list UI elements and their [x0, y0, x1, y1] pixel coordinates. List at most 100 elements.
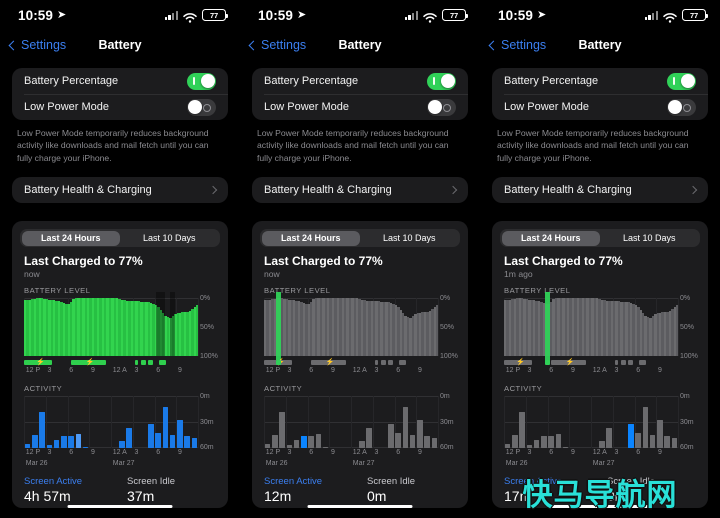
- activity-chart[interactable]: 0m 30m 60m: [504, 393, 694, 451]
- low-power-mode-toggle[interactable]: [427, 98, 456, 116]
- battery-health-row[interactable]: Battery Health & Charging: [492, 177, 708, 204]
- battery-percentage-label: Battery Percentage: [24, 75, 119, 87]
- x-axis-tick: 12 A: [592, 449, 607, 457]
- activity-bar: [562, 446, 569, 449]
- battery-level-chart-title: BATTERY LEVEL: [24, 286, 91, 296]
- tab-last-24-hours[interactable]: Last 24 Hours: [21, 230, 120, 246]
- x-axis-tick: 12 P: [265, 449, 281, 457]
- battery-level-bar: [435, 305, 439, 357]
- back-button[interactable]: Settings: [8, 38, 66, 52]
- status-indicators: 77: [164, 9, 228, 23]
- activity-bar: [155, 432, 161, 449]
- battery-usage-card: Last 24 Hours Last 10 Days Last Charged …: [492, 221, 708, 509]
- activity-bar: [664, 436, 670, 449]
- activity-bar: [68, 436, 74, 449]
- row-battery-percentage[interactable]: Battery Percentage: [252, 68, 468, 94]
- last-charged-subtitle: now: [264, 269, 280, 280]
- activity-x-axis: 12 P 3 6 9 12 A 3 6 9: [264, 449, 438, 459]
- tab-last-10-days[interactable]: Last 10 Days: [360, 231, 459, 246]
- x-axis-tick: 6: [636, 367, 641, 375]
- battery-usage-card: Last 24 Hours Last 10 Days Last Charged …: [252, 221, 468, 509]
- screen-active-column: Screen Active 4h 57m: [24, 476, 113, 504]
- time-range-segmented-control[interactable]: Last 24 Hours Last 10 Days: [260, 229, 460, 248]
- low-power-mode-toggle[interactable]: [187, 98, 216, 116]
- time-range-segmented-control[interactable]: Last 24 Hours Last 10 Days: [20, 229, 220, 248]
- row-battery-percentage[interactable]: Battery Percentage: [12, 68, 228, 94]
- activity-bar: [264, 444, 271, 449]
- phone-screen-1: 10:59 ➤ 77 Settings Battery Battery Perc…: [0, 0, 240, 518]
- x-axis-tick: 6: [396, 449, 401, 457]
- battery-health-label: Battery Health & Charging: [504, 184, 632, 197]
- battery-percent-text: 77: [450, 10, 458, 20]
- row-battery-percentage[interactable]: Battery Percentage: [492, 68, 708, 94]
- screen-active-column: Screen Active 17m: [504, 476, 593, 504]
- tab-last-24-hours[interactable]: Last 24 Hours: [261, 230, 360, 246]
- row-low-power-mode[interactable]: Low Power Mode: [252, 94, 468, 120]
- battery-level-chart[interactable]: 0% 50% 100%: [504, 292, 698, 365]
- back-button[interactable]: Settings: [248, 38, 306, 52]
- battery-level-bars: [504, 298, 679, 357]
- row-low-power-mode[interactable]: Low Power Mode: [12, 94, 228, 120]
- battery-percentage-label: Battery Percentage: [264, 75, 359, 87]
- tab-last-10-days[interactable]: Last 10 Days: [120, 231, 219, 246]
- activity-bar: [82, 446, 89, 449]
- battery-percentage-toggle[interactable]: [667, 72, 696, 90]
- activity-bar: [635, 432, 641, 449]
- activity-bar: [301, 436, 307, 449]
- x-axis-tick: 12 A: [112, 367, 127, 375]
- battery-percentage-toggle[interactable]: [427, 72, 456, 90]
- home-indicator: [67, 505, 173, 508]
- x-axis-tick: 3: [527, 367, 532, 375]
- activity-bar: [642, 406, 649, 449]
- y-axis-tick: 0%: [680, 295, 691, 303]
- charging-segment: [158, 360, 166, 366]
- charging-timeline: ⚡⚡: [504, 359, 678, 366]
- home-indicator: [547, 505, 653, 508]
- charging-bolt-icon: ⚡: [516, 359, 525, 367]
- battery-health-row[interactable]: Battery Health & Charging: [12, 177, 228, 204]
- toggle-knob: [428, 99, 443, 114]
- time-range-segmented-control[interactable]: Last 24 Hours Last 10 Days: [500, 229, 700, 248]
- charging-segment: [628, 360, 633, 366]
- battery-health-row[interactable]: Battery Health & Charging: [252, 177, 468, 204]
- activity-bar: [169, 434, 176, 449]
- y-axis-tick: 60m: [440, 444, 454, 452]
- battery-level-chart[interactable]: 0% 50% 100%: [24, 292, 218, 360]
- y-axis-tick: 60m: [680, 444, 694, 452]
- battery-level-chart[interactable]: 0% 50% 100%: [264, 292, 458, 365]
- x-axis-tick: 12 P: [265, 367, 281, 375]
- activity-chart[interactable]: 0m 30m 60m: [24, 393, 214, 451]
- activity-bar: [504, 444, 511, 449]
- activity-bar: [75, 433, 82, 449]
- navigation-bar: Settings Battery: [480, 30, 720, 60]
- screen-idle-label: Screen Idle: [367, 476, 416, 488]
- low-power-mode-footnote: Low Power Mode temporarily reduces backg…: [257, 128, 449, 163]
- tab-last-10-days[interactable]: Last 10 Days: [600, 231, 699, 246]
- x-axis-tick: 3: [47, 367, 52, 375]
- activity-bar: [191, 437, 198, 449]
- activity-date-axis: Mar 26 Mar 27: [24, 460, 198, 470]
- back-button[interactable]: Settings: [488, 38, 546, 52]
- activity-bar: [46, 444, 53, 449]
- y-axis-tick: 0m: [680, 393, 690, 401]
- tab-last-24-hours[interactable]: Last 24 Hours: [501, 230, 600, 246]
- row-low-power-mode[interactable]: Low Power Mode: [492, 94, 708, 120]
- low-power-mode-toggle[interactable]: [667, 98, 696, 116]
- battery-toggles-card: Battery Percentage Low Power Mode: [252, 68, 468, 120]
- toggle-knob: [440, 73, 455, 88]
- x-axis-tick: 9: [330, 449, 335, 457]
- x-axis-tick: 12 P: [25, 449, 41, 457]
- wifi-icon: [663, 10, 677, 23]
- charging-segment: [638, 360, 646, 366]
- activity-bar: [526, 444, 533, 449]
- activity-date-axis: Mar 26 Mar 27: [504, 460, 678, 470]
- battery-level-y-axis: 0% 50% 100%: [440, 293, 466, 361]
- activity-bar: [512, 434, 518, 449]
- battery-health-label: Battery Health & Charging: [264, 184, 392, 197]
- battery-percentage-toggle[interactable]: [187, 72, 216, 90]
- screen-idle-value: 0m: [607, 488, 627, 505]
- x-axis-tick: 3: [287, 367, 292, 375]
- activity-chart[interactable]: 0m 30m 60m: [264, 393, 454, 451]
- x-axis-tick: 9: [657, 367, 662, 375]
- battery-level-bar: [675, 305, 679, 357]
